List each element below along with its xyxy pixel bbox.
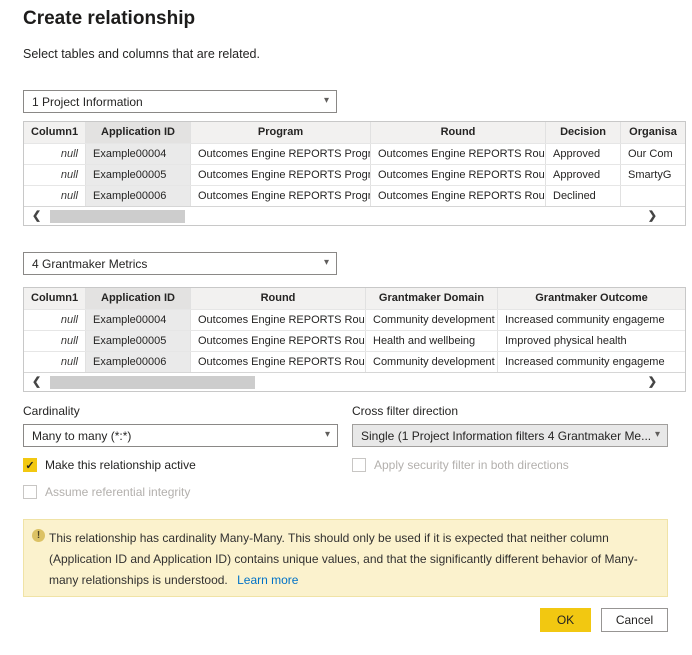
- table2-col-header[interactable]: Grantmaker Domain: [366, 288, 498, 309]
- create-relationship-dialog: Create relationship Select tables and co…: [0, 0, 692, 655]
- table-row: null Example00005 Outcomes Engine REPORT…: [24, 164, 685, 185]
- checkbox-checked-icon[interactable]: ✓: [23, 458, 37, 472]
- scrollbar-thumb[interactable]: [50, 210, 185, 223]
- table1-selector-value: 1 Project Information: [32, 95, 143, 109]
- cell[interactable]: Outcomes Engine REPORTS Round: [371, 144, 546, 164]
- scroll-left-icon[interactable]: ❮: [32, 207, 41, 226]
- cell-selected-column[interactable]: Example00005: [86, 165, 191, 185]
- cell[interactable]: Approved: [546, 165, 621, 185]
- table1-selector-dropdown[interactable]: 1 Project Information ▾: [23, 90, 337, 113]
- cell[interactable]: null: [24, 165, 86, 185]
- table1-col-header-selected[interactable]: Application ID: [86, 122, 191, 143]
- cell[interactable]: Outcomes Engine REPORTS Program: [191, 144, 371, 164]
- cell[interactable]: Our Com: [621, 144, 685, 164]
- chevron-down-icon: ▾: [325, 429, 330, 440]
- cell[interactable]: Increased community engageme: [498, 310, 685, 330]
- cell[interactable]: [621, 186, 685, 206]
- cell-selected-column[interactable]: Example00005: [86, 331, 191, 351]
- cell-selected-column[interactable]: Example00006: [86, 186, 191, 206]
- table2-col-header[interactable]: Grantmaker Outcome: [498, 288, 685, 309]
- table-row: null Example00005 Outcomes Engine REPORT…: [24, 330, 685, 351]
- cell[interactable]: Outcomes Engine REPORTS Program: [191, 165, 371, 185]
- table-row: null Example00004 Outcomes Engine REPORT…: [24, 143, 685, 164]
- table-row: null Example00006 Outcomes Engine REPORT…: [24, 351, 685, 372]
- cross-filter-label: Cross filter direction: [352, 404, 458, 418]
- table1-horizontal-scrollbar[interactable]: ❮ ❯: [24, 206, 685, 225]
- cell[interactable]: Outcomes Engine REPORTS Round: [191, 352, 366, 372]
- ok-button[interactable]: OK: [540, 608, 591, 632]
- table2-preview: Column1 Application ID Round Grantmaker …: [23, 287, 686, 392]
- table1-col-header[interactable]: Organisa: [621, 122, 685, 143]
- table-row: null Example00006 Outcomes Engine REPORT…: [24, 185, 685, 206]
- cell[interactable]: SmartyG: [621, 165, 685, 185]
- cell[interactable]: null: [24, 352, 86, 372]
- cell[interactable]: Outcomes Engine REPORTS Round: [191, 310, 366, 330]
- cardinality-warning-banner: ! This relationship has cardinality Many…: [23, 519, 668, 597]
- table1-col-header[interactable]: Decision: [546, 122, 621, 143]
- chevron-down-icon: ▾: [324, 257, 329, 268]
- table1-header-row: Column1 Application ID Program Round Dec…: [24, 122, 685, 143]
- apply-security-filter-checkbox[interactable]: Apply security filter in both directions: [352, 458, 569, 472]
- cell-selected-column[interactable]: Example00004: [86, 144, 191, 164]
- cell[interactable]: Approved: [546, 144, 621, 164]
- table2-col-header[interactable]: Column1: [24, 288, 86, 309]
- table1-col-header[interactable]: Program: [191, 122, 371, 143]
- scroll-left-icon[interactable]: ❮: [32, 373, 41, 392]
- dialog-subtitle: Select tables and columns that are relat…: [23, 47, 260, 61]
- table1-col-header[interactable]: Column1: [24, 122, 86, 143]
- table2-selector-value: 4 Grantmaker Metrics: [32, 257, 147, 271]
- scroll-right-icon[interactable]: ❯: [648, 373, 657, 392]
- assume-referential-integrity-checkbox[interactable]: Assume referential integrity: [23, 485, 190, 499]
- chevron-down-icon: ▾: [324, 95, 329, 106]
- warning-text: This relationship has cardinality Many-M…: [49, 531, 638, 587]
- table-row: null Example00004 Outcomes Engine REPORT…: [24, 309, 685, 330]
- cell[interactable]: null: [24, 144, 86, 164]
- cancel-button[interactable]: Cancel: [601, 608, 668, 632]
- cell[interactable]: Increased community engageme: [498, 352, 685, 372]
- checkbox-label: Apply security filter in both directions: [374, 458, 569, 472]
- cardinality-label: Cardinality: [23, 404, 80, 418]
- scroll-right-icon[interactable]: ❯: [648, 207, 657, 226]
- cell[interactable]: Community development: [366, 352, 498, 372]
- learn-more-link[interactable]: Learn more: [237, 573, 298, 587]
- cell[interactable]: Outcomes Engine REPORTS Round: [371, 165, 546, 185]
- cell-selected-column[interactable]: Example00006: [86, 352, 191, 372]
- make-relationship-active-checkbox[interactable]: ✓ Make this relationship active: [23, 458, 196, 472]
- cell[interactable]: null: [24, 310, 86, 330]
- checkbox-label: Make this relationship active: [45, 458, 196, 472]
- cell[interactable]: null: [24, 331, 86, 351]
- scrollbar-thumb[interactable]: [50, 376, 255, 389]
- table1-preview: Column1 Application ID Program Round Dec…: [23, 121, 686, 226]
- cross-filter-value: Single (1 Project Information filters 4 …: [361, 429, 651, 443]
- table2-header-row: Column1 Application ID Round Grantmaker …: [24, 288, 685, 309]
- warning-icon: !: [32, 529, 45, 542]
- cell[interactable]: null: [24, 186, 86, 206]
- dialog-title: Create relationship: [23, 8, 195, 30]
- cell[interactable]: Health and wellbeing: [366, 331, 498, 351]
- cross-filter-dropdown[interactable]: Single (1 Project Information filters 4 …: [352, 424, 668, 447]
- cell-selected-column[interactable]: Example00004: [86, 310, 191, 330]
- cell[interactable]: Outcomes Engine REPORTS Program: [191, 186, 371, 206]
- checkbox-unchecked-icon[interactable]: [352, 458, 366, 472]
- table2-selector-dropdown[interactable]: 4 Grantmaker Metrics ▾: [23, 252, 337, 275]
- checkbox-unchecked-icon[interactable]: [23, 485, 37, 499]
- cardinality-dropdown[interactable]: Many to many (*:*) ▾: [23, 424, 338, 447]
- table2-col-header-selected[interactable]: Application ID: [86, 288, 191, 309]
- table2-col-header[interactable]: Round: [191, 288, 366, 309]
- cell[interactable]: Outcomes Engine REPORTS Round: [191, 331, 366, 351]
- cell[interactable]: Improved physical health: [498, 331, 685, 351]
- cell[interactable]: Community development: [366, 310, 498, 330]
- table1-col-header[interactable]: Round: [371, 122, 546, 143]
- cell[interactable]: Declined: [546, 186, 621, 206]
- checkbox-label: Assume referential integrity: [45, 485, 190, 499]
- cell[interactable]: Outcomes Engine REPORTS Round: [371, 186, 546, 206]
- table2-horizontal-scrollbar[interactable]: ❮ ❯: [24, 372, 685, 391]
- chevron-down-icon: ▾: [655, 429, 660, 440]
- cardinality-value: Many to many (*:*): [32, 429, 131, 443]
